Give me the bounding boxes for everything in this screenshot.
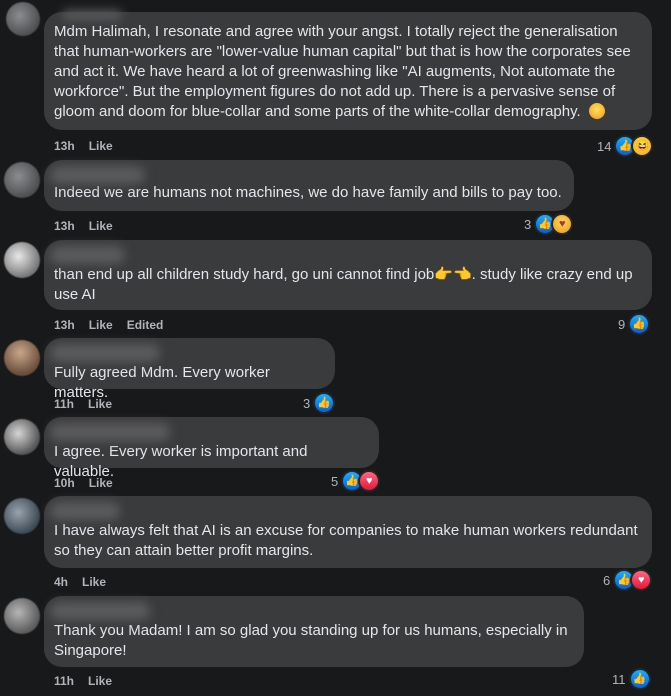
- like-button[interactable]: Like: [82, 575, 106, 589]
- reaction-count: 3: [303, 395, 311, 411]
- like-icon: 👍: [628, 313, 651, 335]
- timestamp[interactable]: 11h: [54, 674, 74, 688]
- comment-bubble: Thank you Madam! I am so glad you standi…: [44, 596, 584, 667]
- comment-bubble: Mdm Halimah, I resonate and agree with y…: [44, 10, 652, 130]
- comment-bubble: I have always felt that AI is an excuse …: [44, 496, 652, 568]
- avatar[interactable]: [6, 2, 40, 36]
- commenter-name-redacted[interactable]: [50, 246, 125, 264]
- reaction-summary[interactable]: 9 👍: [618, 313, 651, 335]
- like-button[interactable]: Like: [89, 219, 113, 233]
- comment-bubble: Indeed we are humans not machines, we do…: [44, 160, 574, 211]
- comment-bubble: than end up all children study hard, go …: [44, 240, 652, 310]
- avatar[interactable]: [4, 598, 40, 634]
- like-button[interactable]: Like: [89, 476, 113, 490]
- unamused-face-emoji: [588, 103, 605, 119]
- reaction-summary[interactable]: 14 👍 😆: [597, 135, 654, 157]
- reaction-summary[interactable]: 11 👍: [612, 668, 651, 690]
- reaction-count: 14: [597, 138, 612, 154]
- reaction-count: 6: [603, 572, 611, 588]
- commenter-name-redacted[interactable]: [50, 602, 150, 620]
- timestamp[interactable]: 13h: [54, 219, 75, 233]
- comment-bubble: Fully agreed Mdm. Every worker matters.: [44, 338, 335, 401]
- edited-label: Edited: [126, 318, 164, 332]
- comment-text: Mdm Halimah, I resonate and agree with y…: [54, 23, 631, 120]
- comment-text: Thank you Madam! I am so glad you standi…: [54, 622, 568, 659]
- care-icon: ♥: [551, 213, 574, 235]
- comment-meta: 11h Like: [54, 674, 112, 688]
- commenter-name-redacted[interactable]: [50, 423, 170, 441]
- reaction-summary[interactable]: 5 👍 ♥: [331, 470, 381, 492]
- comment-text: Fully agreed Mdm. Every worker matters.: [54, 364, 270, 401]
- comment-meta: 10h Like: [54, 476, 113, 490]
- love-icon: ♥: [358, 470, 381, 492]
- reaction-count: 9: [618, 316, 626, 332]
- comment-meta: 13h Like: [54, 139, 113, 153]
- reaction-count: 5: [331, 473, 339, 489]
- reaction-summary[interactable]: 3 👍 ♥: [524, 213, 574, 235]
- like-button[interactable]: Like: [89, 139, 113, 153]
- love-icon: ♥: [630, 569, 653, 591]
- avatar[interactable]: [4, 242, 40, 278]
- like-button[interactable]: Like: [88, 397, 112, 411]
- reaction-count: 11: [612, 671, 626, 687]
- comment-meta: 11h Like: [54, 397, 112, 411]
- comment-text: I have always felt that AI is an excuse …: [54, 522, 638, 559]
- commenter-name-redacted[interactable]: [50, 166, 145, 184]
- comment-meta: 13h Like Edited: [54, 318, 163, 332]
- like-button[interactable]: Like: [89, 318, 113, 332]
- reaction-count: 3: [524, 216, 532, 232]
- like-button[interactable]: Like: [88, 674, 112, 688]
- comment-meta: 4h Like: [54, 575, 106, 589]
- commenter-name-redacted[interactable]: [50, 344, 160, 362]
- reaction-summary[interactable]: 6 👍 ♥: [603, 569, 653, 591]
- comment-text-part-1: than end up all children study hard, go …: [54, 266, 435, 283]
- avatar[interactable]: [4, 498, 40, 534]
- comment-bubble: I agree. Every worker is important and v…: [44, 417, 379, 480]
- like-icon: 👍: [313, 392, 336, 414]
- commenter-name-redacted[interactable]: [62, 10, 122, 20]
- timestamp[interactable]: 4h: [54, 575, 68, 589]
- reaction-summary[interactable]: 3 👍: [303, 392, 336, 414]
- timestamp[interactable]: 13h: [54, 318, 75, 332]
- avatar[interactable]: [4, 419, 40, 455]
- haha-icon: 😆: [631, 135, 654, 157]
- pointing-hand-emoji: 👉👈: [434, 266, 472, 283]
- comment-text: Indeed we are humans not machines, we do…: [54, 184, 562, 201]
- timestamp[interactable]: 13h: [54, 139, 75, 153]
- like-icon: 👍: [628, 668, 651, 690]
- comment-text: I agree. Every worker is important and v…: [54, 443, 308, 480]
- timestamp[interactable]: 10h: [54, 476, 75, 490]
- avatar[interactable]: [4, 162, 40, 198]
- commenter-name-redacted[interactable]: [50, 502, 120, 520]
- timestamp[interactable]: 11h: [54, 397, 74, 411]
- avatar[interactable]: [4, 340, 40, 376]
- comment-meta: 13h Like: [54, 219, 113, 233]
